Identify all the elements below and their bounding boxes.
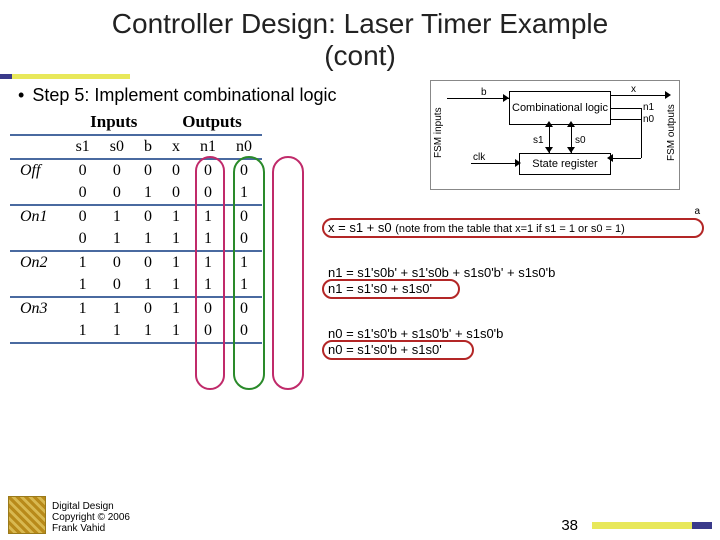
col-x: x [162, 135, 190, 159]
col-s0: s0 [100, 135, 134, 159]
table-row: 011110 [10, 228, 262, 251]
eq-n0-full: n0 = s1's0'b + s1s0'b' + s1s0'b [328, 326, 708, 342]
col-n1: n1 [190, 135, 226, 159]
eq-n1-simp: n1 = s1's0 + s1s0' [328, 281, 432, 296]
table-row: On2100111 [10, 251, 262, 274]
eq-n1-full: n1 = s1's0b' + s1's0b + s1s0'b' + s1s0'b [328, 265, 708, 281]
footer-line3: Frank Vahid [52, 523, 130, 534]
footer-line1: Digital Design [52, 501, 130, 512]
bullet: • [18, 85, 32, 105]
title-line2: (cont) [0, 40, 720, 72]
step-label: Step 5: Implement combinational logic [32, 85, 336, 105]
corner-a: a [694, 206, 700, 217]
content-area: Inputs Outputs s1 s0 b x n1 n0 Off000000… [0, 110, 720, 470]
fsm-outputs-label: FSM outputs [666, 93, 677, 173]
table-row: 001001 [10, 182, 262, 205]
oval-n0-column [272, 156, 304, 390]
wire-s1: s1 [533, 135, 544, 146]
outputs-label: Outputs [162, 110, 262, 135]
wire-n1: n1 [643, 102, 654, 113]
fsm-inputs-label: FSM inputs [433, 93, 444, 173]
eq-x-note: (note from the table that x=1 if s1 = 1 … [395, 223, 625, 235]
title-underline [0, 74, 720, 79]
title-line1: Controller Design: Laser Timer Example [0, 8, 720, 40]
page-bar [592, 522, 712, 529]
state-register-box: State register [519, 153, 611, 175]
wire-n0: n0 [643, 114, 654, 125]
block-diagram: FSM inputs FSM outputs Combinational log… [430, 80, 680, 190]
logo-icon [8, 496, 46, 534]
table-row: On1010110 [10, 205, 262, 228]
wire-s0: s0 [575, 135, 586, 146]
table-row: 111100 [10, 320, 262, 343]
eq-x: x = s1 + s0 [328, 220, 392, 235]
footer: Digital Design Copyright © 2006 Frank Va… [0, 496, 720, 534]
page-number: 38 [561, 517, 578, 534]
col-b: b [134, 135, 162, 159]
table-row: Off000000 [10, 159, 262, 182]
inputs-label: Inputs [66, 110, 162, 135]
combo-logic-box: Combinational logic [509, 91, 611, 125]
table-row: 101111 [10, 274, 262, 297]
col-n0: n0 [226, 135, 262, 159]
table-row: On3110100 [10, 297, 262, 320]
wire-x: x [631, 84, 636, 95]
col-s1: s1 [66, 135, 100, 159]
equations: x = s1 + s0 (note from the table that x=… [328, 220, 708, 386]
truth-table: Inputs Outputs s1 s0 b x n1 n0 Off000000… [10, 110, 262, 344]
footer-line2: Copyright © 2006 [52, 512, 130, 523]
wire-b: b [481, 87, 487, 98]
slide-title: Controller Design: Laser Timer Example (… [0, 0, 720, 74]
eq-n0-simp: n0 = s1's0'b + s1s0' [328, 342, 442, 357]
wire-clk: clk [473, 152, 485, 163]
